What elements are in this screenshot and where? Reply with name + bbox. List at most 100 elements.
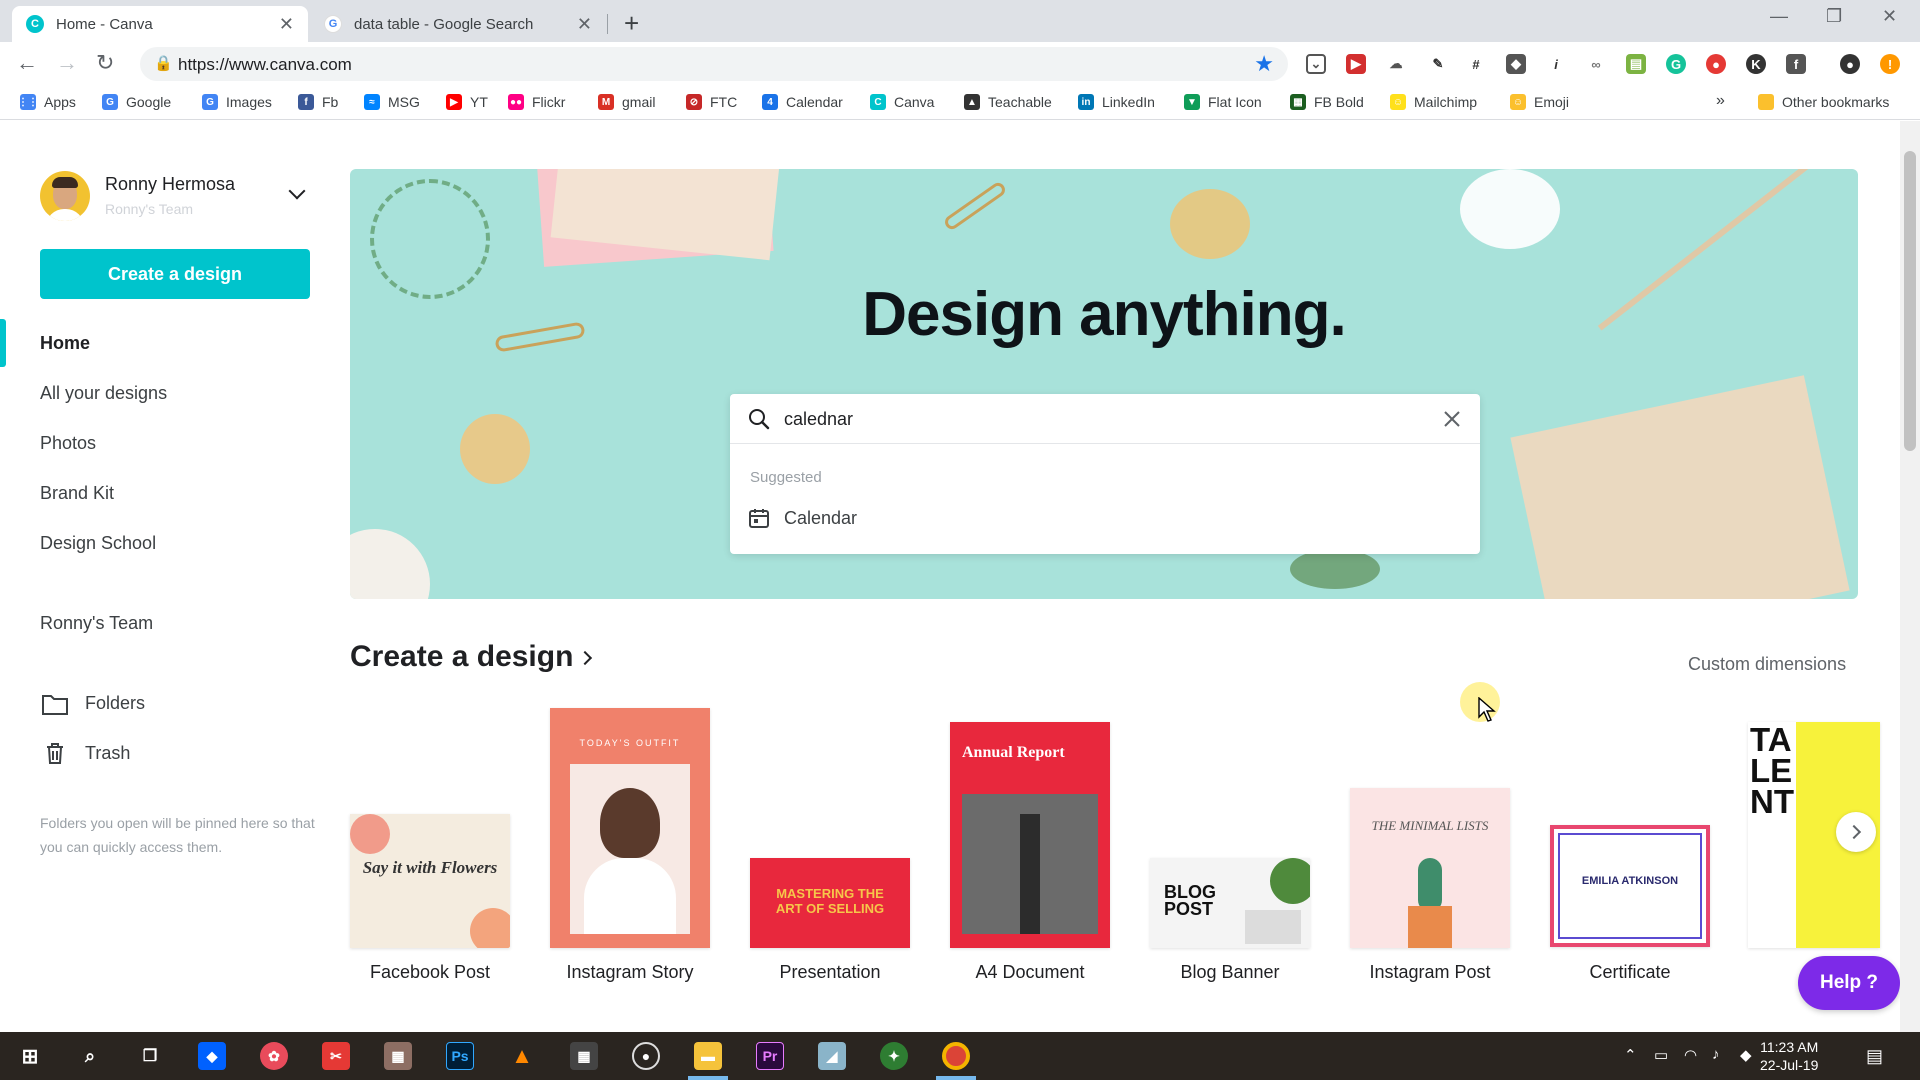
- hashtag-icon[interactable]: #: [1466, 54, 1486, 74]
- forward-icon[interactable]: →: [56, 50, 78, 76]
- bookmark-emoji[interactable]: ☺ Emoji: [1510, 94, 1569, 110]
- close-tab-icon[interactable]: ✕: [279, 14, 294, 35]
- create-design-button[interactable]: Create a design: [40, 249, 310, 299]
- address-bar[interactable]: 🔒 https://www.canva.com ★: [140, 47, 1288, 81]
- grammarly-icon[interactable]: G: [1666, 54, 1686, 74]
- evernote-icon[interactable]: ✦: [880, 1042, 908, 1070]
- menu-update-icon[interactable]: !: [1880, 54, 1900, 74]
- bookmark-images[interactable]: G Images: [202, 94, 272, 110]
- back-icon[interactable]: ←: [16, 50, 38, 76]
- bookmark-msg[interactable]: ≈ MSG: [364, 94, 420, 110]
- create-design-heading[interactable]: Create a design: [350, 640, 573, 674]
- sidebar-item-team[interactable]: Ronny's Team: [40, 613, 153, 634]
- close-window-icon[interactable]: ✕: [1882, 6, 1897, 27]
- k-ext-icon[interactable]: K: [1746, 54, 1766, 74]
- chrome-icon[interactable]: [942, 1042, 970, 1070]
- bookmark-teachable[interactable]: ▲ Teachable: [964, 94, 1052, 110]
- card-label-instagram-post[interactable]: Instagram Post: [1330, 962, 1530, 983]
- presentation-thumbnail[interactable]: MASTERING THE ART OF SELLING: [750, 858, 910, 948]
- task-view-icon[interactable]: ❐: [136, 1042, 164, 1070]
- suggestion-item[interactable]: Calendar: [730, 499, 1480, 539]
- facebook-post-thumbnail[interactable]: Say it with Flowers: [350, 814, 510, 948]
- battery-icon[interactable]: ▭: [1654, 1046, 1668, 1064]
- bookmark-flickr[interactable]: ●● Flickr: [508, 94, 565, 110]
- tab-home-canva[interactable]: C Home - Canva ✕: [12, 6, 308, 42]
- certificate-thumbnail[interactable]: EMILIA ATKINSON: [1550, 825, 1710, 947]
- pocket-icon[interactable]: ⌄: [1306, 54, 1326, 74]
- colorful-ext-icon[interactable]: ●: [1706, 54, 1726, 74]
- bookmark-mailchimp[interactable]: ☺ Mailchimp: [1390, 94, 1477, 110]
- carousel-next-button[interactable]: [1836, 812, 1876, 852]
- app-icon[interactable]: ✂: [322, 1042, 350, 1070]
- fb-ext-icon[interactable]: f: [1786, 54, 1806, 74]
- avatar[interactable]: [40, 171, 90, 221]
- clock[interactable]: 11:23 AM 22-Jul-19: [1760, 1038, 1818, 1074]
- bookmark-apps[interactable]: ⋮⋮ Apps: [18, 94, 76, 110]
- dropbox-tray-icon[interactable]: ◆: [1740, 1046, 1752, 1064]
- cloud-icon[interactable]: ☁: [1386, 54, 1406, 74]
- custom-dimensions-link[interactable]: Custom dimensions: [1688, 654, 1846, 675]
- maximize-icon[interactable]: ❐: [1826, 6, 1842, 27]
- instagram-post-thumbnail[interactable]: THE MINIMAL LISTS: [1350, 788, 1510, 948]
- sidebar-item-trash[interactable]: Trash: [85, 743, 130, 764]
- new-tab-icon[interactable]: +: [624, 8, 639, 39]
- card-label-blog-banner[interactable]: Blog Banner: [1130, 962, 1330, 983]
- calculator-icon[interactable]: ▦: [570, 1042, 598, 1070]
- app-icon[interactable]: ✿: [260, 1042, 288, 1070]
- instagram-story-thumbnail[interactable]: TODAY'S OUTFIT: [550, 708, 710, 948]
- reload-icon[interactable]: ↻: [96, 50, 114, 76]
- bookmark-yt[interactable]: ▶ YT: [446, 94, 488, 110]
- profile-icon[interactable]: ●: [1840, 54, 1860, 74]
- photoshop-icon[interactable]: Ps: [446, 1042, 474, 1070]
- chevron-down-icon[interactable]: [288, 182, 306, 200]
- a4-document-thumbnail[interactable]: Annual Report: [950, 722, 1110, 948]
- sidebar-item-photos[interactable]: Photos: [40, 433, 96, 454]
- wifi-icon[interactable]: ◠: [1684, 1046, 1697, 1064]
- tray-chevron-icon[interactable]: ⌃: [1624, 1046, 1637, 1064]
- chevron-right-icon[interactable]: [577, 650, 593, 666]
- bookmark-gmail[interactable]: Mgmail: [598, 94, 655, 110]
- sidebar-item-home[interactable]: Home: [40, 333, 90, 354]
- sidebar-item-brand-kit[interactable]: Brand Kit: [40, 483, 114, 504]
- color-picker-icon[interactable]: ✎: [1428, 54, 1448, 74]
- bookmark-fb-bold[interactable]: ▦ FB Bold: [1290, 94, 1364, 110]
- tab-google-search[interactable]: G data table - Google Search ✕: [310, 6, 606, 42]
- sidebar-item-design-school[interactable]: Design School: [40, 533, 156, 554]
- screenshot-ext-icon[interactable]: ▤: [1626, 54, 1646, 74]
- search-input[interactable]: [784, 406, 1384, 432]
- blog-banner-thumbnail[interactable]: BLOG POST: [1150, 858, 1310, 948]
- video-ext-icon[interactable]: ▶: [1346, 54, 1366, 74]
- notifications-icon[interactable]: ▤: [1866, 1046, 1883, 1067]
- close-icon[interactable]: [1442, 409, 1462, 429]
- sidebar-item-all-designs[interactable]: All your designs: [40, 383, 167, 404]
- premiere-icon[interactable]: Pr: [756, 1042, 784, 1070]
- card-label-facebook-post[interactable]: Facebook Post: [330, 962, 530, 983]
- card-label-presentation[interactable]: Presentation: [730, 962, 930, 983]
- bookmark-fb[interactable]: f Fb: [298, 94, 338, 110]
- app-icon[interactable]: ◢: [818, 1042, 846, 1070]
- app-icon[interactable]: ▦: [384, 1042, 412, 1070]
- obs-icon[interactable]: ●: [632, 1042, 660, 1070]
- vlc-icon[interactable]: ▲: [508, 1042, 536, 1070]
- minimize-icon[interactable]: —: [1770, 6, 1788, 27]
- url-text[interactable]: https://www.canva.com: [178, 55, 352, 75]
- info-ext-icon[interactable]: i: [1546, 54, 1566, 74]
- bookmark-google[interactable]: G Google: [102, 94, 171, 110]
- close-tab-icon[interactable]: ✕: [577, 14, 592, 35]
- other-bookmarks[interactable]: Other bookmarks: [1758, 94, 1889, 110]
- shield-ext-icon[interactable]: ◆: [1506, 54, 1526, 74]
- card-label-a4-document[interactable]: A4 Document: [930, 962, 1130, 983]
- bookmark-ftc[interactable]: ⊘ FTC: [686, 94, 737, 110]
- bookmark-star-icon[interactable]: ★: [1254, 51, 1274, 77]
- bookmarks-overflow-icon[interactable]: »: [1716, 92, 1725, 110]
- link-ext-icon[interactable]: ∞: [1586, 54, 1606, 74]
- windows-start-icon[interactable]: ⊞: [16, 1042, 44, 1070]
- file-explorer-icon[interactable]: ▬: [694, 1042, 722, 1070]
- card-label-instagram-story[interactable]: Instagram Story: [530, 962, 730, 983]
- bookmark-linkedin[interactable]: in LinkedIn: [1078, 94, 1155, 110]
- page-scrollbar[interactable]: [1900, 121, 1920, 1032]
- bookmark-canva[interactable]: C Canva: [870, 94, 934, 110]
- bookmark-calendar[interactable]: 4 Calendar: [762, 94, 843, 110]
- help-button[interactable]: Help ?: [1798, 956, 1900, 1010]
- volume-icon[interactable]: ♪: [1712, 1046, 1720, 1063]
